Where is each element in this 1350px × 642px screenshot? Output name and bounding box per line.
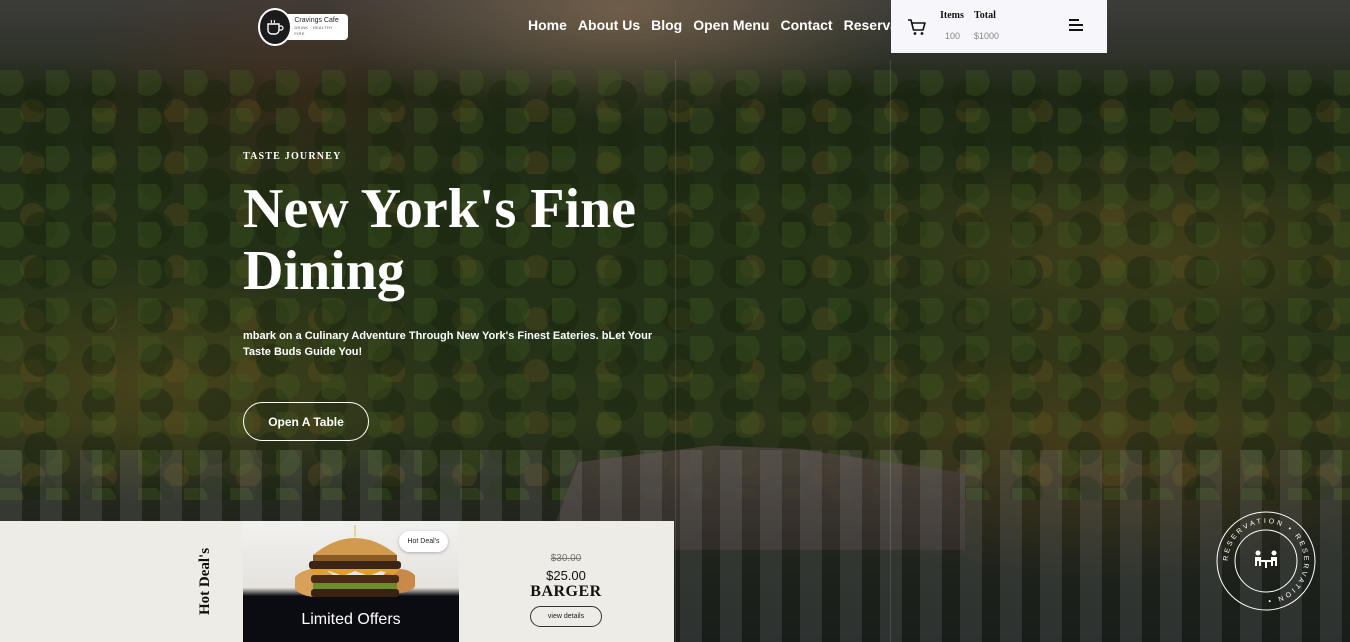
main-nav: Home About Us Blog Open Menu Contact Res… [528,16,935,34]
brand-tagline: DRINK · HEALTHY · FIRE [294,25,336,36]
hot-deal-badge: Hot Deal's [399,531,448,552]
shopping-cart-icon[interactable] [907,18,927,36]
hot-deal-heading-text: Hot Deal's [197,547,214,615]
new-price: $25.00 [546,568,586,583]
reservation-badge[interactable]: RESERVATION • RESERVATION • [1215,510,1317,612]
view-details-button[interactable]: view details [530,606,602,627]
cart-total: Total $1000 [974,10,999,41]
cart-total-value: $1000 [974,31,1000,41]
brand-name: Cravings Cafe [294,17,339,24]
cart-items: Items 100 [940,10,964,41]
deal-info: $30.00 $25.00 BARGER view details [459,521,673,642]
nav-item-home[interactable]: Home [528,16,567,34]
hero-description: mbark on a Culinary Adventure Through Ne… [243,330,653,358]
logo-text: Cravings Cafe DRINK · HEALTHY · FIRE [284,14,348,40]
burger-icon [295,525,415,597]
coffee-cup-icon [258,8,293,46]
cart-total-label: Total [974,10,996,21]
nav-item-open-menu[interactable]: Open Menu [693,16,769,34]
cart-items-value: 100 [945,31,961,41]
hamburger-menu-icon[interactable] [1069,19,1085,31]
hero-eyebrow: Taste Journey [243,151,342,162]
cart-items-label: Items [940,10,964,21]
nav-item-blog[interactable]: Blog [651,16,682,34]
hero-title: New York's Fine Dining [243,178,637,302]
hot-deal-heading: Hot Deal's [184,541,228,621]
site-logo[interactable]: Cravings Cafe DRINK · HEALTHY · FIRE [258,7,348,47]
open-a-table-button[interactable]: Open A Table [243,402,369,441]
cart-panel: Items 100 Total $1000 [891,0,1107,53]
deal-product-name: BARGER [530,583,602,600]
limited-offers-label: Limited Offers [301,610,401,628]
nav-item-about-us[interactable]: About Us [578,16,640,34]
grid-line [890,60,891,642]
old-price: $30.00 [550,553,582,564]
nav-item-contact[interactable]: Contact [780,16,832,34]
dining-table-icon [1255,550,1277,568]
